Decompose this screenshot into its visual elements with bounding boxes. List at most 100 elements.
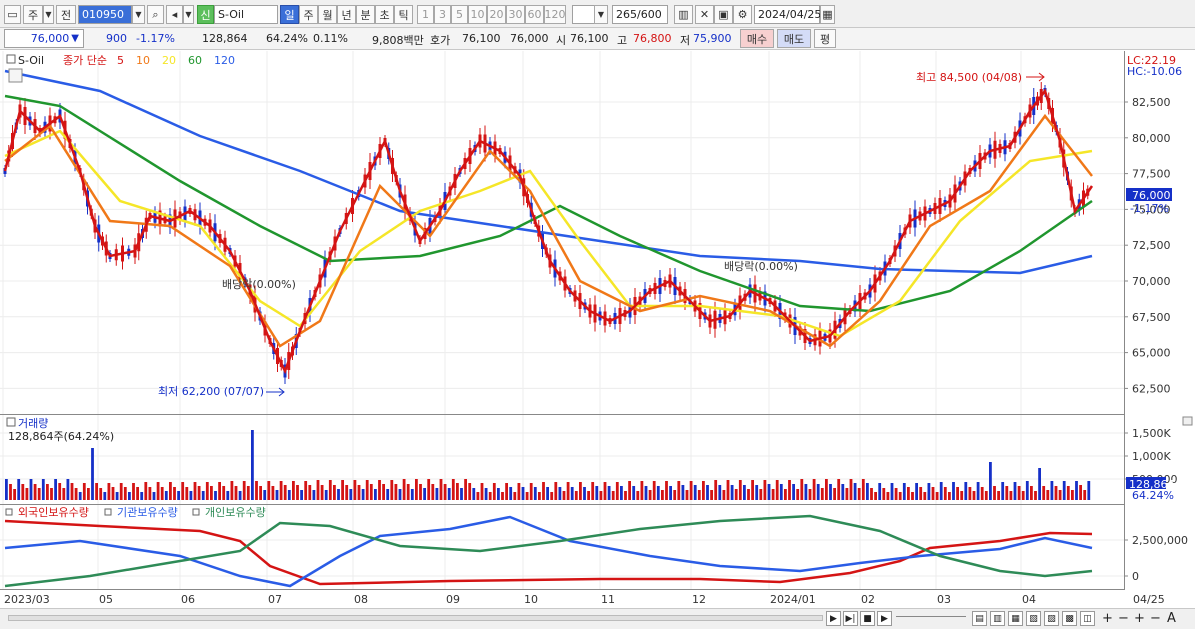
layout-icon[interactable]: ▤ xyxy=(972,611,987,626)
stop-icon[interactable]: ■ xyxy=(860,611,875,626)
scroll-track[interactable] xyxy=(8,615,823,621)
chevron-down-icon[interactable]: ▼ xyxy=(43,5,54,24)
date-value: 2024/04/25 xyxy=(758,8,822,21)
bottom-scrollbar[interactable]: ▶ ▶| ■ ▶ ▤ ▥ ▦ ▧ ▨ ▩ ◫ + − + − A xyxy=(0,608,1195,629)
volume-bar xyxy=(226,491,230,500)
layout7-icon[interactable]: ◫ xyxy=(1080,611,1095,626)
top-toolbar: ▭ 주 ▼ 전 010950 ▼ ⌕ ◂ ▼ 신 S-Oil 일주월년분초틱 1… xyxy=(0,0,1195,28)
save-icon[interactable]: ▣ xyxy=(714,5,733,24)
interval-button[interactable]: 10 xyxy=(468,5,487,24)
sell-button[interactable]: 매도 xyxy=(777,29,811,48)
volume-bar xyxy=(1066,486,1070,500)
volume-bar xyxy=(218,482,221,500)
volume-bar xyxy=(624,491,627,500)
zoom-in-icon[interactable]: + xyxy=(1100,611,1115,626)
crosshair-icon[interactable]: ✕ xyxy=(695,5,714,24)
zoom-out-icon[interactable]: − xyxy=(1116,611,1131,626)
chart-tools-icon[interactable]: ▥ xyxy=(674,5,693,24)
volume-bar xyxy=(140,492,144,500)
volume-bar xyxy=(849,479,853,500)
volume-bar xyxy=(386,489,390,500)
interval-button[interactable]: 60 xyxy=(525,5,544,24)
calculator-icon[interactable] xyxy=(8,68,23,83)
high-annotation: 최고 84,500 (04/08) xyxy=(916,71,1022,84)
volume-bar xyxy=(123,487,127,500)
current-pct-label: -1.17% xyxy=(1130,202,1169,215)
chevron-down-icon[interactable]: ▼ xyxy=(594,5,608,24)
volume-bar xyxy=(702,481,705,500)
period-tab[interactable]: 주 xyxy=(299,5,318,24)
volume-bars xyxy=(5,430,1091,500)
panel-toggle-icon[interactable] xyxy=(1182,416,1193,426)
volume-bar xyxy=(472,488,476,500)
holding-y-axis: 2,500,000 0 xyxy=(1124,534,1188,583)
volume-bar xyxy=(1009,491,1013,500)
interval-button[interactable]: 1 xyxy=(417,5,434,24)
stock-name-value: S-Oil xyxy=(218,8,245,21)
window-icon[interactable]: ▭ xyxy=(4,5,21,24)
search-icon[interactable]: ⌕ xyxy=(147,5,164,24)
chevron-down-icon[interactable]: ▼ xyxy=(132,5,145,24)
volume-bar xyxy=(484,488,488,500)
date-input[interactable]: 2024/04/25 xyxy=(754,5,822,24)
speaker-icon[interactable]: ◂ xyxy=(166,5,183,24)
stock-code-input[interactable]: 010950 xyxy=(78,5,132,24)
volume-bar xyxy=(214,491,217,500)
interval-button[interactable]: 3 xyxy=(434,5,451,24)
volume-bar xyxy=(825,479,828,500)
interval-button[interactable]: 120 xyxy=(544,5,566,24)
volume-bar xyxy=(460,488,463,500)
eval-button[interactable]: 평 xyxy=(814,29,836,48)
volume-bar xyxy=(205,482,209,500)
volume-bar xyxy=(927,483,931,500)
minus-icon[interactable]: − xyxy=(1148,611,1163,626)
volume-bar xyxy=(628,481,631,500)
buy-button[interactable]: 매수 xyxy=(740,29,774,48)
period-tab[interactable]: 일 xyxy=(280,5,299,24)
stock-name-field[interactable]: S-Oil xyxy=(214,5,278,24)
volume-bar xyxy=(878,483,882,500)
stock-chart[interactable]: S-Oil 종가 단순 5 10 20 60 120 LC:22.19 HC:-10.0… xyxy=(0,51,1195,611)
volume-bar xyxy=(521,487,525,500)
volume-bar xyxy=(841,484,845,500)
volume-bar xyxy=(271,486,275,500)
volume-bar xyxy=(636,491,640,500)
low-label: 저 xyxy=(680,34,691,47)
interval-button[interactable]: 5 xyxy=(451,5,468,24)
type-select[interactable]: 주 xyxy=(23,5,43,24)
scroll-left-icon[interactable]: ▶ xyxy=(826,611,841,626)
volume-bar xyxy=(62,488,66,500)
volume-bar xyxy=(685,490,689,500)
prefix-button[interactable]: 전 xyxy=(56,5,76,24)
x-axis-label: 2024/01 xyxy=(770,593,816,606)
period-tab[interactable]: 분 xyxy=(356,5,375,24)
layout6-icon[interactable]: ▩ xyxy=(1062,611,1077,626)
volume-bar xyxy=(365,480,369,500)
y-axis-label: 72,500 xyxy=(1132,239,1171,252)
volume-bar xyxy=(870,488,873,500)
ma-line xyxy=(4,69,1093,275)
gear-icon[interactable]: ⚙ xyxy=(733,5,752,24)
interval-button[interactable]: 30 xyxy=(506,5,525,24)
scroll-right-icon[interactable]: ▶ xyxy=(877,611,892,626)
interval-button[interactable]: 20 xyxy=(487,5,506,24)
buy-button-label: 매수 xyxy=(746,32,768,46)
chevron-down-icon[interactable]: ▼ xyxy=(183,5,194,24)
layout2-icon[interactable]: ▥ xyxy=(990,611,1005,626)
x-axis-label: 02 xyxy=(861,593,875,606)
period-tab[interactable]: 월 xyxy=(318,5,337,24)
text-size-icon[interactable]: A xyxy=(1164,611,1179,626)
volume-bar xyxy=(1042,486,1046,500)
zoom-slider[interactable] xyxy=(896,616,966,621)
count-input[interactable]: 265/600 xyxy=(612,5,668,24)
calendar-icon[interactable]: ▦ xyxy=(820,5,835,24)
layout4-icon[interactable]: ▧ xyxy=(1026,611,1041,626)
volume-bar xyxy=(234,486,238,500)
layout3-icon[interactable]: ▦ xyxy=(1008,611,1023,626)
period-tab[interactable]: 년 xyxy=(337,5,356,24)
layout5-icon[interactable]: ▨ xyxy=(1044,611,1059,626)
plus-icon[interactable]: + xyxy=(1132,611,1147,626)
period-tab[interactable]: 틱 xyxy=(394,5,413,24)
period-tab[interactable]: 초 xyxy=(375,5,394,24)
scroll-end-icon[interactable]: ▶| xyxy=(843,611,858,626)
